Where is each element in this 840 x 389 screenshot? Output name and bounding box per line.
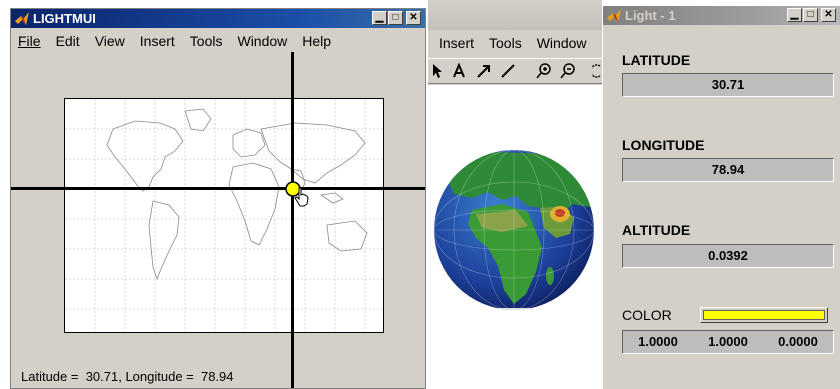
longitude-label: LONGITUDE: [622, 137, 705, 153]
matlab-logo-icon: [607, 9, 621, 22]
status-readout: Latitude = 30.71, Longitude = 78.94: [21, 369, 234, 384]
crosshair-horizontal[interactable]: [11, 187, 425, 190]
crosshair-vertical[interactable]: [291, 52, 294, 388]
globe-window: Insert Tools Window: [428, 0, 602, 389]
color-green-value: 1.0000: [708, 334, 748, 349]
globe-toolbar: [428, 58, 602, 84]
color-red-value: 1.0000: [638, 334, 678, 349]
rotate-icon[interactable]: [592, 63, 602, 79]
lightmui-window: LIGHTMUI ▁ □ ✕ File Edit View Insert Too…: [10, 8, 426, 389]
globe-menubar: Insert Tools Window: [439, 35, 602, 51]
zoom-out-icon[interactable]: [560, 63, 576, 79]
menu-edit[interactable]: Edit: [56, 33, 80, 49]
color-blue-value: 0.0000: [778, 334, 818, 349]
menu-window[interactable]: Window: [537, 35, 587, 51]
menu-insert[interactable]: Insert: [140, 33, 175, 49]
latitude-field[interactable]: 30.71: [622, 73, 834, 97]
globe-titlebar[interactable]: [428, 0, 602, 30]
arrow-pointer-icon[interactable]: [430, 63, 444, 79]
color-swatch-button[interactable]: [700, 307, 828, 323]
map-axes[interactable]: [64, 98, 384, 333]
zoom-in-icon[interactable]: [536, 63, 552, 79]
longitude-field[interactable]: 78.94: [622, 158, 834, 182]
close-icon[interactable]: ✕: [406, 11, 421, 25]
line-tool-icon[interactable]: [500, 63, 516, 79]
maximize-icon[interactable]: □: [388, 11, 403, 25]
matlab-logo-icon: [15, 12, 29, 25]
close-icon[interactable]: ✕: [821, 8, 836, 22]
minimize-icon[interactable]: ▁: [787, 8, 802, 22]
window-title: Light - 1: [625, 8, 676, 23]
menu-help[interactable]: Help: [302, 33, 331, 49]
altitude-field[interactable]: 0.0392: [622, 244, 834, 268]
arrow-tool-icon[interactable]: [476, 63, 492, 79]
color-swatch: [703, 310, 825, 320]
main-menubar: File Edit View Insert Tools Window Help: [18, 33, 346, 49]
color-values-field[interactable]: 1.0000 1.0000 0.0000: [622, 330, 834, 354]
menu-tools[interactable]: Tools: [489, 35, 522, 51]
world-map-image: [65, 99, 383, 332]
menu-insert[interactable]: Insert: [439, 35, 474, 51]
earth-globe-image[interactable]: [432, 148, 596, 312]
maximize-icon[interactable]: □: [803, 8, 818, 22]
menu-view[interactable]: View: [95, 33, 125, 49]
minimize-icon[interactable]: ▁: [372, 11, 387, 25]
menu-tools[interactable]: Tools: [190, 33, 223, 49]
window-title: LIGHTMUI: [33, 11, 96, 26]
light-titlebar[interactable]: Light - 1 ▁ □ ✕: [603, 6, 840, 25]
menu-window[interactable]: Window: [237, 33, 287, 49]
altitude-label: ALTITUDE: [622, 222, 691, 238]
hand-pointer-icon: [294, 187, 309, 207]
text-tool-icon[interactable]: [452, 63, 466, 79]
color-label: COLOR: [622, 307, 672, 323]
menu-file[interactable]: File: [18, 33, 41, 49]
lightmui-titlebar[interactable]: LIGHTMUI ▁ □ ✕: [11, 9, 425, 28]
latitude-label: LATITUDE: [622, 52, 691, 68]
